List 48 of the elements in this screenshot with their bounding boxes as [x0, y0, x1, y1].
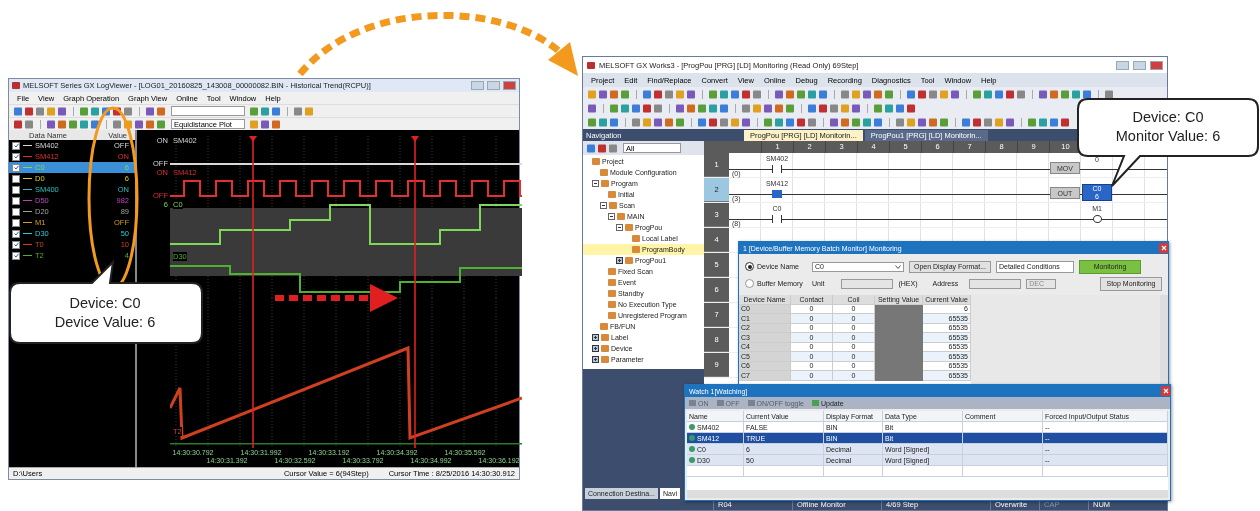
checkbox[interactable]: [12, 240, 20, 249]
checkbox[interactable]: [12, 251, 20, 260]
callout-text: Device: C0 Device Value: 6: [53, 294, 157, 332]
scrollbar[interactable]: [687, 490, 1168, 498]
expand-icon[interactable]: [616, 257, 623, 264]
radio-button[interactable]: [745, 262, 754, 271]
toolbar-icons-drawing[interactable]: [249, 106, 315, 116]
checkbox[interactable]: [12, 141, 20, 150]
collapse-icon[interactable]: [600, 202, 607, 209]
toolbar-icons-drawing[interactable]: [249, 119, 282, 129]
checkbox[interactable]: [12, 218, 20, 227]
collapse-icon[interactable]: [616, 224, 623, 231]
toolbar-icons-drawing[interactable]: [13, 106, 167, 116]
close-button[interactable]: [1150, 60, 1163, 70]
tool-icon: [716, 400, 724, 406]
coil-symbol[interactable]: [1092, 215, 1102, 223]
checkbox[interactable]: [12, 163, 20, 172]
toolbar-icons-drawing[interactable]: [587, 103, 917, 113]
table-cell: [875, 371, 923, 381]
checkbox[interactable]: [12, 196, 20, 205]
toolbar-icons-drawing[interactable]: [586, 143, 619, 153]
expand-icon[interactable]: [592, 345, 599, 352]
app-icon: [12, 82, 20, 89]
close-button[interactable]: [1159, 243, 1168, 253]
cursor-line[interactable]: [411, 136, 419, 448]
checkbox[interactable]: [12, 185, 20, 194]
callout-text: Device: C0 Monitor Value: 6: [1114, 108, 1222, 146]
cursor-line[interactable]: [249, 136, 257, 448]
toolbar-icons-drawing[interactable]: [587, 89, 1115, 99]
table-cell: [875, 304, 923, 314]
toolbar-icons-drawing[interactable]: [587, 117, 1071, 127]
caret-icon: [895, 264, 901, 269]
tool-icon: [747, 400, 755, 406]
tool-icon: [811, 400, 819, 406]
expand-icon[interactable]: [592, 356, 599, 363]
close-button[interactable]: [1161, 386, 1170, 396]
checkbox[interactable]: [12, 174, 20, 183]
dropdown[interactable]: [171, 106, 245, 116]
tool-icon: [689, 400, 696, 406]
collapse-icon[interactable]: [592, 180, 599, 187]
expand-icon[interactable]: [592, 334, 599, 341]
app-icon: [587, 61, 595, 69]
collapse-icon[interactable]: [608, 213, 615, 220]
checkbox[interactable]: [12, 229, 20, 238]
toolbar-icons-drawing[interactable]: [13, 119, 167, 129]
radio-button[interactable]: [745, 279, 754, 288]
checkbox[interactable]: [12, 207, 20, 216]
checkbox[interactable]: [12, 152, 20, 161]
